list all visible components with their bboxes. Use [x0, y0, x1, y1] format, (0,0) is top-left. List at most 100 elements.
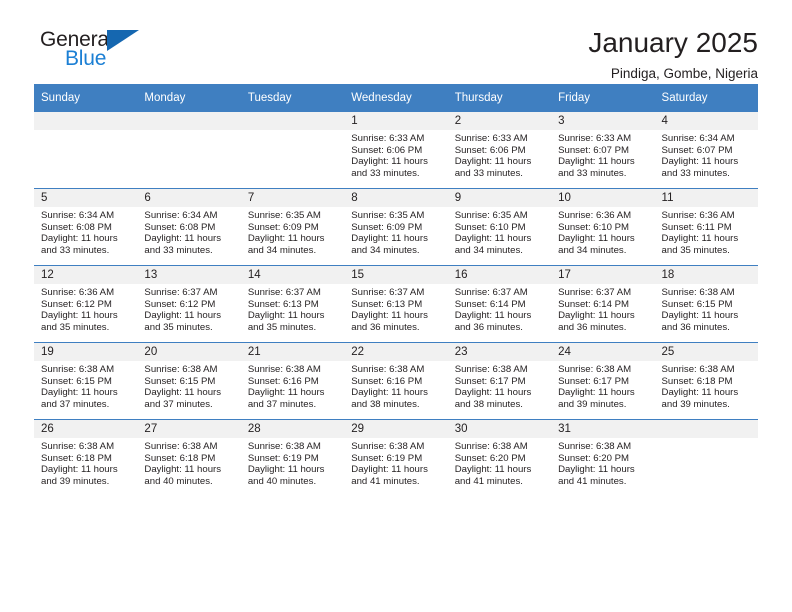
day-number: 26 [34, 420, 138, 438]
daylight-duration-line2: and 38 minutes. [454, 398, 523, 410]
sunset-time: Sunset: 6:10 PM [454, 221, 526, 233]
calendar-day-cell[interactable]: 12 Sunrise: 6:36 AM Sunset: 6:12 PM Dayligh… [34, 265, 138, 343]
day-number: 12 [34, 266, 138, 284]
weekday-header-friday: Friday [551, 84, 655, 112]
calendar-day-cell[interactable]: 30 Sunrise: 6:38 AM Sunset: 6:20 PM Dayligh… [447, 419, 552, 496]
calendar-day-cell[interactable]: 25 Sunrise: 6:38 AM Sunset: 6:18 PM Dayligh… [654, 342, 758, 420]
sunrise-time: Sunrise: 6:37 AM [247, 287, 321, 298]
sunset-time: Sunset: 6:18 PM [661, 375, 733, 387]
day-number: 19 [34, 343, 138, 361]
daylight-duration-line1: Daylight: 11 hours [661, 156, 739, 168]
day-details [655, 438, 758, 441]
calendar-day-cell[interactable]: 18 Sunrise: 6:38 AM Sunset: 6:15 PM Dayligh… [654, 265, 758, 343]
day-details: Sunrise: 6:34 AM Sunset: 6:08 PM Daylight:… [34, 207, 137, 256]
calendar-day-cell[interactable]: 11 Sunrise: 6:36 AM Sunset: 6:11 PM Dayligh… [654, 188, 758, 266]
day-details: Sunrise: 6:35 AM Sunset: 6:09 PM Daylight:… [344, 207, 447, 256]
sunrise-time: Sunrise: 6:38 AM [661, 287, 735, 298]
calendar-day-cell[interactable]: 22 Sunrise: 6:38 AM Sunset: 6:16 PM Dayligh… [344, 342, 448, 420]
calendar-day-cell[interactable]: 21 Sunrise: 6:38 AM Sunset: 6:16 PM Dayligh… [240, 342, 345, 420]
calendar-day-cell[interactable]: 15 Sunrise: 6:37 AM Sunset: 6:13 PM Dayligh… [344, 265, 448, 343]
daylight-duration-line1: Daylight: 11 hours [454, 464, 532, 476]
sunset-time: Sunset: 6:14 PM [454, 298, 526, 310]
day-details: Sunrise: 6:38 AM Sunset: 6:19 PM Daylight:… [241, 438, 344, 487]
day-number: 24 [551, 343, 655, 361]
day-number: 15 [344, 266, 448, 284]
sunrise-time: Sunrise: 6:38 AM [454, 441, 528, 452]
sunset-time: Sunset: 6:17 PM [558, 375, 630, 387]
day-number: 7 [240, 189, 345, 207]
calendar-day-cell[interactable]: 4 Sunrise: 6:34 AM Sunset: 6:07 PM Daylight… [654, 112, 758, 189]
daylight-duration-line1: Daylight: 11 hours [454, 233, 532, 245]
calendar-day-cell[interactable]: 7 Sunrise: 6:35 AM Sunset: 6:09 PM Daylight… [240, 188, 345, 266]
daylight-duration-line1: Daylight: 11 hours [558, 156, 635, 168]
daylight-duration-line1: Daylight: 11 hours [247, 233, 325, 245]
daylight-duration-line2: and 40 minutes. [144, 475, 213, 487]
day-number: 1 [344, 112, 448, 130]
calendar-day-cell[interactable]: 1 Sunrise: 6:33 AM Sunset: 6:06 PM Daylight… [344, 112, 448, 189]
daylight-duration-line2: and 41 minutes. [351, 475, 420, 487]
general-blue-logo[interactable]: General Blue [34, 28, 158, 76]
calendar-day-cell[interactable]: 2 Sunrise: 6:33 AM Sunset: 6:06 PM Daylight… [447, 112, 552, 189]
day-number: 4 [654, 112, 758, 130]
calendar-day-cell[interactable]: 9 Sunrise: 6:35 AM Sunset: 6:10 PM Daylight… [447, 188, 552, 266]
calendar-day-cell[interactable]: 6 Sunrise: 6:34 AM Sunset: 6:08 PM Daylight… [137, 188, 241, 266]
calendar-day-cell[interactable]: 24 Sunrise: 6:38 AM Sunset: 6:17 PM Dayligh… [551, 342, 655, 420]
daylight-duration-line2: and 35 minutes. [144, 321, 213, 333]
sunset-time: Sunset: 6:13 PM [351, 298, 423, 310]
sunset-time: Sunset: 6:12 PM [41, 298, 112, 310]
daylight-duration-line1: Daylight: 11 hours [41, 464, 118, 476]
day-number: 17 [551, 266, 655, 284]
sunset-time: Sunset: 6:18 PM [41, 452, 112, 464]
title-block: January 2025 Pindiga, Gombe, Nigeria [588, 28, 758, 82]
calendar-day-cell[interactable]: 17 Sunrise: 6:37 AM Sunset: 6:14 PM Dayligh… [551, 265, 655, 343]
calendar-day-cell[interactable]: 14 Sunrise: 6:37 AM Sunset: 6:13 PM Dayligh… [240, 265, 345, 343]
sunset-time: Sunset: 6:16 PM [351, 375, 423, 387]
calendar-day-cell[interactable]: 27 Sunrise: 6:38 AM Sunset: 6:18 PM Dayligh… [137, 419, 241, 496]
weekday-header-tuesday: Tuesday [240, 84, 345, 112]
sunrise-time: Sunrise: 6:37 AM [558, 287, 632, 298]
day-details: Sunrise: 6:35 AM Sunset: 6:09 PM Daylight:… [241, 207, 344, 256]
day-details: Sunrise: 6:38 AM Sunset: 6:15 PM Daylight:… [655, 284, 758, 333]
calendar-day-cell[interactable]: 13 Sunrise: 6:37 AM Sunset: 6:12 PM Dayligh… [137, 265, 241, 343]
calendar-day-cell[interactable]: 19 Sunrise: 6:38 AM Sunset: 6:15 PM Dayligh… [34, 342, 138, 420]
daylight-duration-line2: and 36 minutes. [454, 321, 523, 333]
sunset-time: Sunset: 6:15 PM [41, 375, 112, 387]
calendar-day-cell[interactable]: 3 Sunrise: 6:33 AM Sunset: 6:07 PM Daylight… [551, 112, 655, 189]
daylight-duration-line2: and 39 minutes. [41, 475, 110, 487]
calendar-day-cell[interactable]: 28 Sunrise: 6:38 AM Sunset: 6:19 PM Dayligh… [240, 419, 345, 496]
calendar-day-cell[interactable]: 20 Sunrise: 6:38 AM Sunset: 6:15 PM Dayligh… [137, 342, 241, 420]
calendar-day-cell[interactable]: 5 Sunrise: 6:34 AM Sunset: 6:08 PM Daylight… [34, 188, 138, 266]
calendar-day-cell[interactable]: 16 Sunrise: 6:37 AM Sunset: 6:14 PM Dayligh… [447, 265, 552, 343]
daylight-duration-line2: and 38 minutes. [351, 398, 420, 410]
sunset-time: Sunset: 6:09 PM [247, 221, 319, 233]
day-number: 28 [240, 420, 345, 438]
calendar-day-cell[interactable]: 29 Sunrise: 6:38 AM Sunset: 6:19 PM Dayligh… [344, 419, 448, 496]
day-number [654, 420, 758, 438]
daylight-duration-line1: Daylight: 11 hours [144, 233, 222, 245]
daylight-duration-line1: Daylight: 11 hours [144, 464, 222, 476]
day-details: Sunrise: 6:36 AM Sunset: 6:11 PM Daylight:… [655, 207, 758, 256]
day-number: 22 [344, 343, 448, 361]
sunset-time: Sunset: 6:15 PM [144, 375, 216, 387]
calendar-body: 1 Sunrise: 6:33 AM Sunset: 6:06 PM Daylight… [34, 112, 758, 496]
day-number: 3 [551, 112, 655, 130]
day-number: 30 [447, 420, 552, 438]
daylight-duration-line2: and 34 minutes. [351, 244, 420, 256]
calendar-day-cell[interactable]: 26 Sunrise: 6:38 AM Sunset: 6:18 PM Dayligh… [34, 419, 138, 496]
sunrise-time: Sunrise: 6:35 AM [351, 210, 425, 221]
calendar-header-row: Sunday Monday Tuesday Wednesday Thursday Frid… [34, 84, 758, 112]
sunrise-time: Sunrise: 6:36 AM [661, 210, 735, 221]
daylight-duration-line1: Daylight: 11 hours [454, 387, 532, 399]
sunset-time: Sunset: 6:20 PM [454, 452, 526, 464]
day-details: Sunrise: 6:38 AM Sunset: 6:18 PM Daylight:… [655, 361, 758, 410]
calendar-day-cell[interactable]: 31 Sunrise: 6:38 AM Sunset: 6:20 PM Dayligh… [551, 419, 655, 496]
calendar-day-cell[interactable]: 10 Sunrise: 6:36 AM Sunset: 6:10 PM Dayligh… [551, 188, 655, 266]
sunset-time: Sunset: 6:15 PM [661, 298, 733, 310]
daylight-duration-line2: and 33 minutes. [454, 167, 523, 179]
page-subtitle: Pindiga, Gombe, Nigeria [610, 66, 758, 82]
daylight-duration-line1: Daylight: 11 hours [41, 233, 118, 245]
calendar-day-cell[interactable]: 23 Sunrise: 6:38 AM Sunset: 6:17 PM Dayligh… [447, 342, 552, 420]
calendar-week-row: 26 Sunrise: 6:38 AM Sunset: 6:18 PM Dayligh… [34, 419, 758, 496]
calendar-day-cell[interactable]: 8 Sunrise: 6:35 AM Sunset: 6:09 PM Daylight… [344, 188, 448, 266]
sunrise-time: Sunrise: 6:36 AM [41, 287, 115, 298]
